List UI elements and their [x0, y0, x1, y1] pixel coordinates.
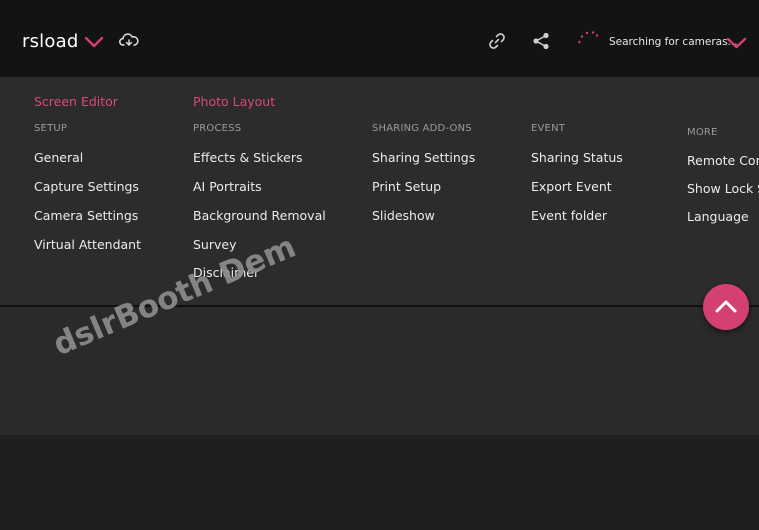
- column-heading-sharing-addons: SHARING ADD-ONS: [372, 123, 472, 134]
- share-icon[interactable]: [531, 31, 551, 51]
- tab-screen-editor[interactable]: Screen Editor: [34, 94, 118, 109]
- chevron-up-icon: [715, 300, 737, 313]
- column-heading-process: PROCESS: [193, 123, 242, 134]
- menu-item-sharing-settings[interactable]: Sharing Settings: [372, 150, 475, 165]
- menu-item-export-event[interactable]: Export Event: [531, 179, 612, 194]
- menu-item-survey[interactable]: Survey: [193, 237, 236, 252]
- menu-item-background-removal[interactable]: Background Removal: [193, 208, 326, 223]
- menu-item-event-folder[interactable]: Event folder: [531, 208, 607, 223]
- cloud-sync-icon[interactable]: [119, 32, 139, 50]
- brand-name[interactable]: rsload: [22, 31, 78, 52]
- loading-spinner-icon: [578, 31, 599, 44]
- menu-item-slideshow[interactable]: Slideshow: [372, 208, 435, 223]
- menu-item-capture-settings[interactable]: Capture Settings: [34, 179, 139, 194]
- menu-item-language[interactable]: Language: [687, 209, 749, 224]
- menu-item-effects-stickers[interactable]: Effects & Stickers: [193, 150, 303, 165]
- collapse-menu-button[interactable]: [703, 284, 749, 330]
- menu-item-remote-control[interactable]: Remote Cont: [687, 153, 759, 168]
- menu-item-virtual-attendant[interactable]: Virtual Attendant: [34, 237, 141, 252]
- settings-menu-panel: Screen Editor Photo Layout SETUP General…: [0, 77, 759, 307]
- menu-item-sharing-status[interactable]: Sharing Status: [531, 150, 623, 165]
- menu-item-general[interactable]: General: [34, 150, 83, 165]
- link-icon[interactable]: [487, 31, 507, 51]
- chevron-down-icon[interactable]: [726, 36, 747, 50]
- menu-item-show-lock-screen[interactable]: Show Lock Sc: [687, 181, 759, 196]
- column-heading-setup: SETUP: [34, 123, 68, 134]
- column-heading-more: MORE: [687, 127, 718, 138]
- column-heading-event: EVENT: [531, 123, 566, 134]
- camera-status-text: Searching for cameras...: [609, 36, 738, 48]
- menu-item-camera-settings[interactable]: Camera Settings: [34, 208, 138, 223]
- menu-item-print-setup[interactable]: Print Setup: [372, 179, 441, 194]
- tab-photo-layout[interactable]: Photo Layout: [193, 94, 275, 109]
- top-bar: rsload Searching for cameras...: [0, 0, 759, 77]
- bottom-area: [0, 435, 759, 530]
- chevron-down-icon[interactable]: [84, 35, 104, 49]
- menu-item-ai-portraits[interactable]: AI Portraits: [193, 179, 262, 194]
